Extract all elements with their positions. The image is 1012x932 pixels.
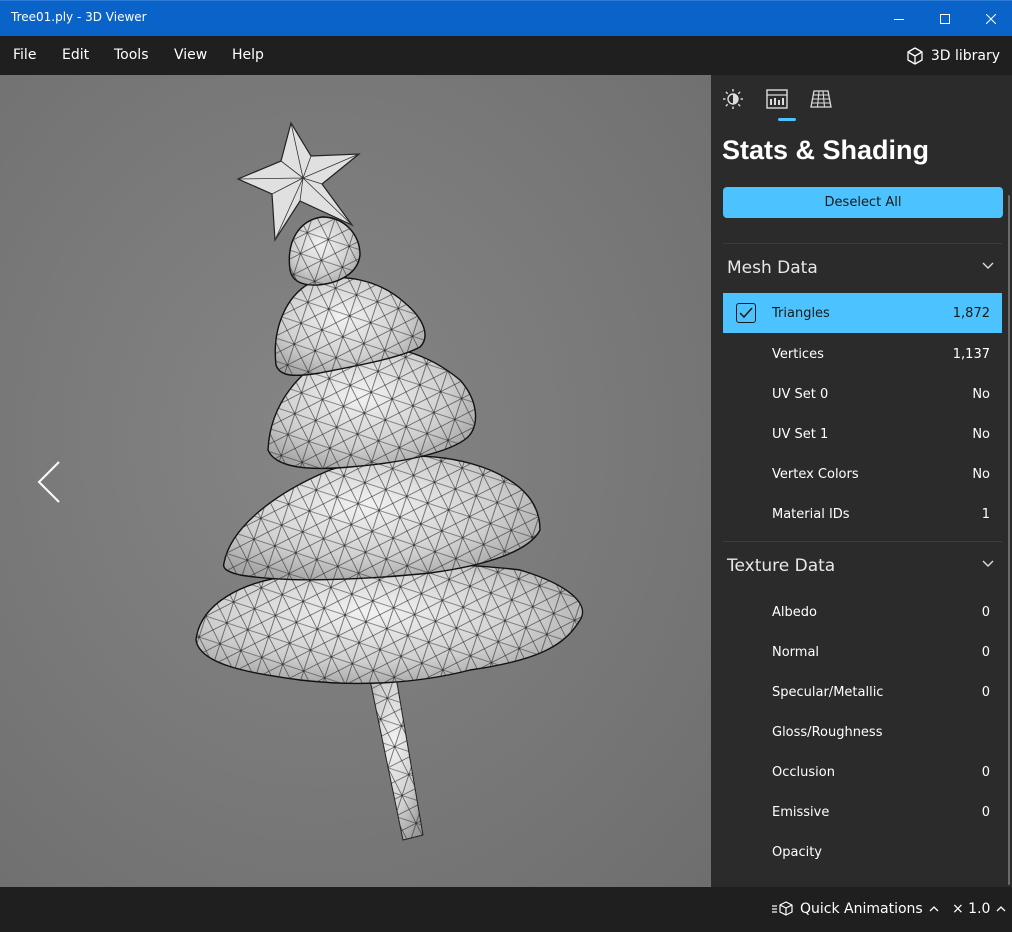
stat-row-triangles[interactable]: Triangles 1,872 [723, 293, 1002, 333]
stats-icon [766, 89, 788, 109]
check-icon [739, 307, 753, 319]
stat-row-specular-metallic[interactable]: Specular/Metallic 0 [723, 672, 1002, 712]
panel-scrollbar[interactable] [1008, 195, 1010, 885]
chevron-up-icon [996, 906, 1006, 912]
chevron-down-icon [982, 560, 994, 567]
close-icon [986, 14, 996, 24]
stat-value: 1 [981, 506, 990, 522]
stat-name: Triangles [772, 305, 830, 321]
stat-name: Emissive [772, 804, 830, 820]
stat-row-normal[interactable]: Normal 0 [723, 632, 1002, 672]
stat-name: Vertices [772, 346, 824, 362]
stat-value: No [972, 426, 990, 442]
stat-value: No [972, 466, 990, 482]
stat-value: 1,872 [952, 305, 990, 321]
menu-bar: File Edit Tools View Help 3D library [0, 36, 1012, 75]
window-title: Tree01.ply - 3D Viewer [11, 10, 147, 24]
stat-value: 0 [981, 644, 990, 660]
stat-name: Normal [772, 644, 820, 660]
menu-view[interactable]: View [174, 47, 207, 63]
grid-icon [810, 90, 832, 108]
chevron-up-icon [929, 906, 939, 912]
texture-data-header[interactable]: Texture Data [723, 542, 1002, 590]
stat-name: Vertex Colors [772, 466, 859, 482]
animation-cube-icon [772, 901, 793, 916]
stat-row-vertex-colors[interactable]: Vertex Colors No [723, 454, 1002, 494]
tab-lighting[interactable] [721, 87, 745, 111]
minimize-button[interactable] [876, 1, 922, 37]
chevron-down-icon [982, 262, 994, 269]
checkbox[interactable] [736, 303, 756, 323]
status-bar: Quick Animations × 1.0 [0, 887, 1012, 932]
stat-name: UV Set 1 [772, 426, 829, 442]
tab-stats[interactable] [765, 87, 789, 111]
stat-name: Gloss/Roughness [772, 724, 883, 740]
tree-tier-lower [222, 455, 541, 581]
close-button[interactable] [968, 1, 1012, 37]
previous-model-button[interactable] [34, 460, 64, 504]
mesh-data-title: Mesh Data [727, 258, 818, 278]
stat-row-uv-set-0[interactable]: UV Set 0 No [723, 374, 1002, 414]
stat-row-gloss-roughness[interactable]: Gloss/Roughness [723, 712, 1002, 752]
maximize-button[interactable] [922, 1, 968, 37]
quick-animations-label: Quick Animations [800, 901, 923, 917]
stat-value: No [972, 386, 990, 402]
menu-edit[interactable]: Edit [62, 47, 89, 63]
stat-name: Specular/Metallic [772, 684, 884, 700]
playback-speed-button[interactable]: × 1.0 [952, 901, 1006, 917]
stat-row-uv-set-1[interactable]: UV Set 1 No [723, 414, 1002, 454]
tree-tier-top [288, 216, 361, 286]
menu-help[interactable]: Help [232, 47, 264, 63]
stats-panel: Stats & Shading Deselect All Mesh Data T… [711, 75, 1012, 887]
quick-animations-button[interactable]: Quick Animations [772, 901, 939, 917]
stat-value: 0 [981, 804, 990, 820]
tree-trunk [369, 676, 424, 841]
stat-row-emissive[interactable]: Emissive 0 [723, 792, 1002, 832]
maximize-icon [940, 14, 950, 24]
menu-file[interactable]: File [13, 47, 36, 63]
tree-tier-bottom [195, 563, 584, 685]
stat-row-material-ids[interactable]: Material IDs 1 [723, 494, 1002, 534]
menu-tools[interactable]: Tools [114, 47, 149, 63]
stat-name: UV Set 0 [772, 386, 829, 402]
texture-data-title: Texture Data [727, 556, 836, 576]
mesh-data-header[interactable]: Mesh Data [723, 244, 1002, 292]
stat-value: 0 [981, 604, 990, 620]
stat-name: Opacity [772, 844, 823, 860]
playback-speed-label: × 1.0 [952, 901, 991, 917]
deselect-all-button[interactable]: Deselect All [723, 187, 1003, 218]
stat-name: Material IDs [772, 506, 850, 522]
library-button[interactable]: 3D library [905, 44, 1000, 68]
stat-row-vertices[interactable]: Vertices 1,137 [723, 334, 1002, 374]
stat-name: Occlusion [772, 764, 835, 780]
minimize-icon [894, 19, 904, 20]
active-tab-indicator [778, 118, 796, 121]
library-label: 3D library [930, 48, 1000, 64]
sun-icon [723, 89, 743, 109]
stat-row-albedo[interactable]: Albedo 0 [723, 592, 1002, 632]
stat-name: Albedo [772, 604, 817, 620]
tree-model[interactable] [0, 75, 711, 887]
tab-grid[interactable] [809, 87, 833, 111]
stat-row-opacity[interactable]: Opacity [723, 832, 1002, 872]
stat-row-occlusion[interactable]: Occlusion 0 [723, 752, 1002, 792]
title-bar: Tree01.ply - 3D Viewer [0, 0, 1012, 36]
cube-icon [907, 47, 923, 65]
stat-value: 0 [981, 764, 990, 780]
chevron-left-icon [37, 461, 60, 503]
stat-value: 1,137 [952, 346, 990, 362]
panel-title: Stats & Shading [722, 135, 930, 165]
stat-value: 0 [981, 684, 990, 700]
model-viewport[interactable] [0, 75, 711, 887]
